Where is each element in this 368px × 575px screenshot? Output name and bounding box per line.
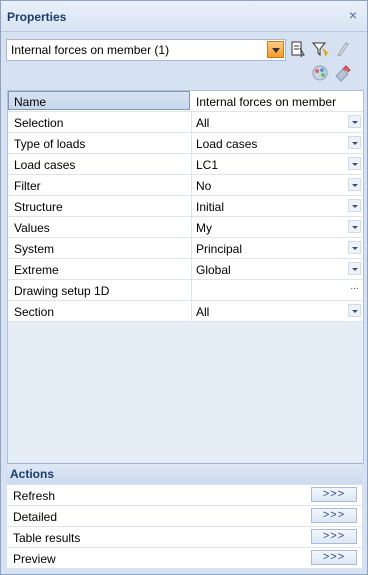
property-label: Values — [14, 221, 50, 235]
detailed-button[interactable]: >>> — [311, 508, 357, 523]
chevron-down-icon[interactable] — [348, 115, 361, 128]
property-value[interactable]: LC1 — [196, 158, 218, 172]
refresh-button[interactable]: >>> — [311, 487, 357, 502]
chevron-down-icon[interactable] — [348, 136, 361, 149]
filter-icon[interactable] — [310, 39, 330, 59]
column-divider — [191, 280, 192, 300]
property-row-load-cases[interactable]: Load cases LC1 — [8, 154, 363, 175]
property-row-filter[interactable]: Filter No — [8, 175, 363, 196]
column-divider — [191, 175, 192, 195]
property-grid: Name Internal forces on member Selection… — [7, 90, 364, 464]
panel-title: Properties — [7, 10, 67, 24]
actions-title: Actions — [10, 467, 55, 481]
selector-dropdown-button[interactable] — [267, 41, 284, 58]
eraser-icon[interactable] — [332, 63, 352, 83]
property-value[interactable]: My — [196, 221, 212, 235]
table-results-button[interactable]: >>> — [311, 529, 357, 544]
color-palette-icon[interactable] — [310, 63, 330, 83]
actions-header: Actions — [7, 463, 362, 484]
column-divider — [191, 301, 192, 321]
action-label: Detailed — [13, 510, 58, 524]
property-value[interactable]: No — [196, 179, 211, 193]
property-row-section[interactable]: Section All — [8, 301, 363, 322]
property-row-system[interactable]: System Principal — [8, 238, 363, 259]
pencil-icon[interactable] — [332, 39, 352, 59]
object-selector-value: Internal forces on member (1) — [11, 43, 170, 57]
action-label: Preview — [13, 552, 56, 566]
property-label: Name — [14, 95, 47, 109]
column-divider — [191, 112, 192, 132]
property-row-structure[interactable]: Structure Initial — [8, 196, 363, 217]
column-divider — [191, 133, 192, 153]
column-divider — [191, 196, 192, 216]
property-label: Type of loads — [14, 137, 86, 151]
property-value[interactable]: All — [196, 116, 209, 130]
ellipsis-icon[interactable]: ... — [348, 282, 361, 296]
action-label: Refresh — [13, 489, 56, 503]
property-value[interactable]: All — [196, 305, 209, 319]
column-divider — [191, 154, 192, 174]
action-row-detailed: Detailed >>> — [7, 506, 362, 527]
action-row-refresh: Refresh >>> — [7, 485, 362, 506]
action-row-preview: Preview >>> — [7, 548, 362, 569]
title-bar: Properties × — [1, 1, 367, 32]
property-value[interactable]: Principal — [196, 242, 242, 256]
property-value[interactable]: Load cases — [196, 137, 257, 151]
property-value[interactable]: Global — [196, 263, 231, 277]
preview-button[interactable]: >>> — [311, 550, 357, 565]
chevron-down-icon[interactable] — [348, 178, 361, 191]
property-label: Extreme — [14, 263, 59, 277]
action-label: Table results — [13, 531, 81, 545]
property-label: Section — [14, 305, 55, 319]
chevron-down-icon[interactable] — [348, 220, 361, 233]
chevron-down-icon[interactable] — [348, 262, 361, 275]
property-label: Filter — [14, 179, 41, 193]
property-row-drawing-setup[interactable]: Drawing setup 1D ... — [8, 280, 363, 301]
property-value[interactable]: Internal forces on member — [196, 95, 336, 109]
property-label: Structure — [14, 200, 63, 214]
action-row-table-results: Table results >>> — [7, 527, 362, 548]
column-divider — [191, 259, 192, 279]
object-selector[interactable]: Internal forces on member (1) — [6, 39, 286, 61]
property-row-type-of-loads[interactable]: Type of loads Load cases — [8, 133, 363, 154]
chevron-down-icon[interactable] — [348, 304, 361, 317]
chevron-down-icon[interactable] — [348, 199, 361, 212]
property-row-values[interactable]: Values My — [8, 217, 363, 238]
close-icon[interactable]: × — [345, 7, 361, 23]
column-divider — [191, 238, 192, 258]
properties-panel: Properties × Internal forces on member (… — [0, 0, 368, 575]
property-label: System — [14, 242, 55, 256]
property-row-selection[interactable]: Selection All — [8, 112, 363, 133]
chevron-down-icon[interactable] — [348, 157, 361, 170]
property-label: Selection — [14, 116, 64, 130]
property-label: Load cases — [14, 158, 76, 172]
property-value[interactable]: Initial — [196, 200, 224, 214]
column-divider — [191, 217, 192, 237]
property-row-extreme[interactable]: Extreme Global — [8, 259, 363, 280]
property-label: Drawing setup 1D — [14, 284, 110, 298]
chevron-down-icon[interactable] — [348, 241, 361, 254]
property-row-name: Name Internal forces on member — [8, 91, 363, 112]
select-elements-icon[interactable] — [288, 39, 308, 59]
